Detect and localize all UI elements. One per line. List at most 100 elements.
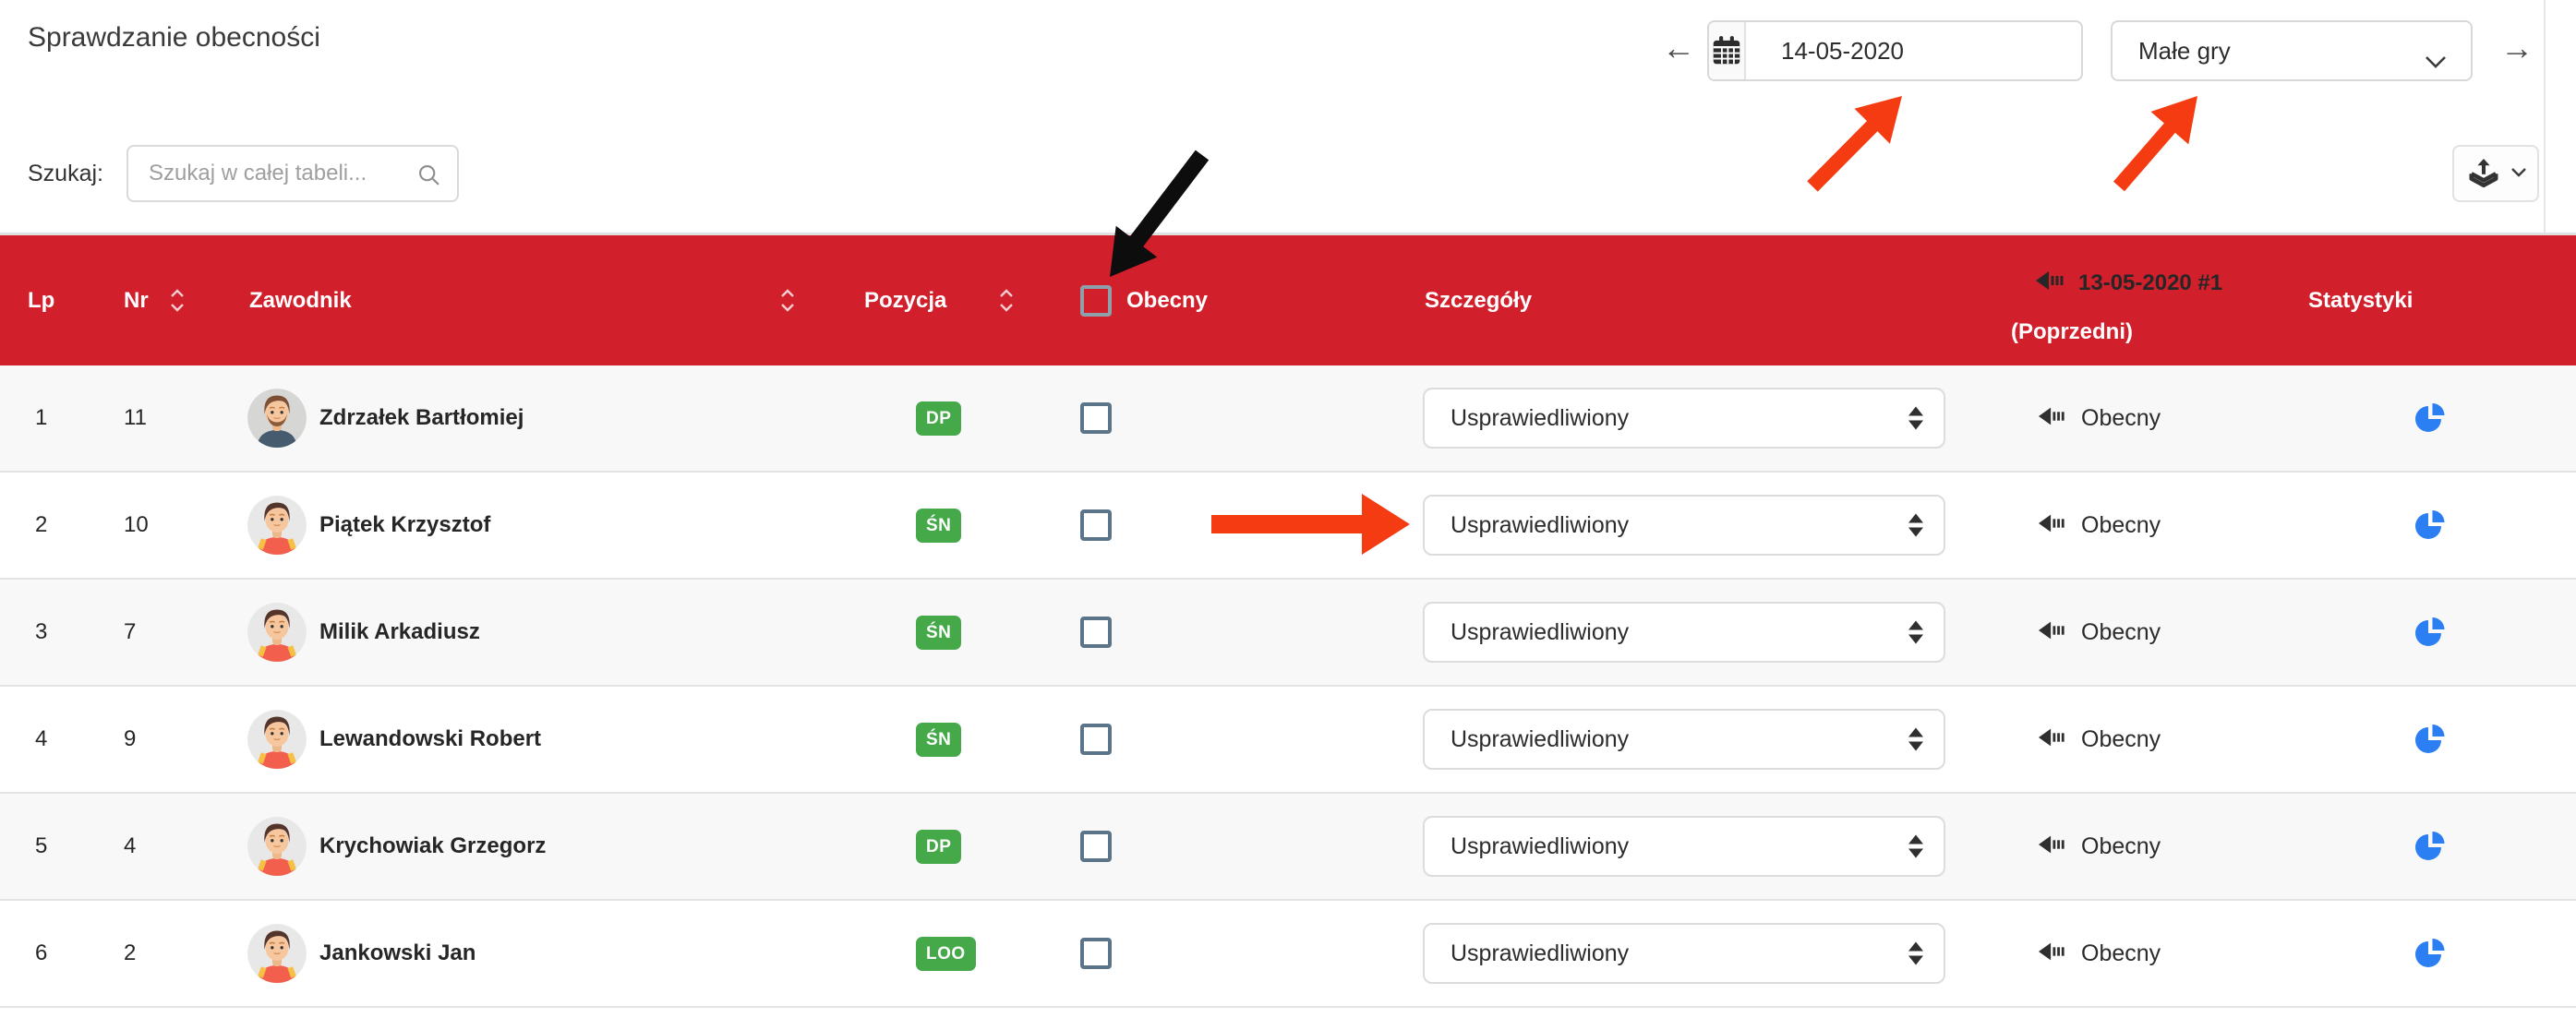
table-row: 2 10 [0,473,2576,580]
header-present: Obecny [1126,235,1208,365]
search-box [126,145,459,202]
details-select[interactable]: Usprawiedliwiony [1423,602,1945,663]
player-avatar [247,924,307,983]
present-checkbox[interactable] [1080,938,1112,969]
red-arrow-icon [1807,96,1902,192]
details-select[interactable]: Usprawiedliwiony [1423,923,1945,984]
player-number-cell: 9 [124,687,136,792]
stats-pie-icon[interactable] [2413,580,2448,685]
player-name: Jankowski Jan [319,901,475,1006]
header-player: Zawodnik [249,235,352,365]
calendar-icon[interactable] [1709,22,1746,79]
player-name: Piątek Krzysztof [319,473,490,578]
position-badge: ŚN [916,616,961,650]
row-index-cell: 2 [35,473,47,578]
player-number-cell: 4 [124,794,136,899]
player-avatar [247,603,307,662]
player-number-cell: 2 [124,901,136,1006]
session-select-value: Małe gry [2138,37,2231,66]
export-icon [2464,156,2503,192]
history-back-icon [2039,618,2066,647]
table-row: 1 11 [0,365,2576,473]
stats-pie-icon[interactable] [2413,473,2448,578]
position-badge: ŚN [916,723,961,757]
details-select[interactable]: Usprawiedliwiony [1423,709,1945,770]
position-badge: DP [916,830,961,864]
search-input[interactable] [128,147,457,200]
table-row: 4 9 [0,687,2576,794]
stats-pie-icon[interactable] [2413,901,2448,1006]
stats-pie-icon[interactable] [2413,687,2448,792]
sort-chevrons-icon[interactable] [170,289,185,312]
position-badge: DP [916,401,961,436]
export-button[interactable] [2452,145,2539,202]
previous-attendance: Obecny [2039,473,2161,578]
present-checkbox[interactable] [1080,509,1112,541]
header-nr: Nr [124,235,149,365]
row-index-cell: 5 [35,794,47,899]
page-title: Sprawdzanie obecności [28,22,320,54]
header-previous-label: (Poprzedni) [2011,309,2133,355]
row-index-cell: 1 [35,365,47,471]
present-checkbox[interactable] [1080,402,1112,434]
present-checkbox[interactable] [1080,724,1112,755]
history-back-icon [2039,832,2066,861]
previous-attendance-label: Obecny [2081,726,2161,753]
search-icon [416,162,442,193]
table-row: 3 7 [0,580,2576,687]
sort-chevrons-icon[interactable] [780,289,795,312]
history-back-icon [2039,940,2066,968]
player-number-cell: 11 [124,365,147,471]
next-day-arrow-button[interactable]: → [2500,31,2534,65]
header-previous-date-link[interactable]: 13-05-2020 #1 [2078,270,2222,296]
history-back-icon [2039,725,2066,754]
history-back-icon [2039,511,2066,540]
player-avatar [247,817,307,876]
previous-attendance: Obecny [2039,687,2161,792]
date-picker [1707,20,2083,81]
select-all-present-checkbox[interactable] [1080,285,1112,317]
previous-attendance-label: Obecny [2081,940,2161,967]
player-name: Lewandowski Robert [319,687,541,792]
chevron-down-icon [2510,167,2527,181]
red-arrow-icon [2113,96,2197,191]
history-back-icon [2039,404,2066,433]
sort-chevrons-icon[interactable] [999,289,1014,312]
header-lp: Lp [28,235,54,365]
attendance-page: Sprawdzanie obecności ← Małe gry → Szuka… [0,0,2576,1030]
stats-pie-icon[interactable] [2413,794,2448,899]
present-checkbox[interactable] [1080,617,1112,648]
header-position: Pozycja [864,235,946,365]
table-row: 5 4 [0,794,2576,901]
player-avatar [247,710,307,769]
present-checkbox[interactable] [1080,831,1112,862]
panel-edge-divider [2544,0,2546,234]
player-name: Krychowiak Grzegorz [319,794,546,899]
player-number-cell: 7 [124,580,136,685]
date-input[interactable] [1746,22,2083,79]
row-index-cell: 4 [35,687,47,792]
chevron-down-icon [2425,47,2447,76]
previous-day-arrow-button[interactable]: ← [1662,31,1695,65]
history-back-icon [2036,269,2065,299]
row-index-cell: 6 [35,901,47,1006]
previous-attendance: Obecny [2039,901,2161,1006]
search-label: Szukaj: [28,161,103,187]
previous-attendance-label: Obecny [2081,619,2161,646]
player-avatar [247,389,307,448]
player-avatar [247,496,307,555]
session-select[interactable]: Małe gry [2111,20,2473,81]
previous-attendance-label: Obecny [2081,405,2161,432]
position-badge: ŚN [916,509,961,543]
position-badge: LOO [916,937,976,971]
details-select[interactable]: Usprawiedliwiony [1423,388,1945,449]
details-select[interactable]: Usprawiedliwiony [1423,495,1945,556]
previous-attendance: Obecny [2039,365,2161,471]
player-number-cell: 10 [124,473,149,578]
details-select[interactable]: Usprawiedliwiony [1423,816,1945,877]
previous-attendance: Obecny [2039,794,2161,899]
table-header: Lp Nr Zawodnik Pozycja Obecny Szczegóły [0,235,2576,365]
stats-pie-icon[interactable] [2413,365,2448,471]
table-body: 1 11 [0,365,2576,1008]
header-stats: Statystyki [2308,235,2413,365]
